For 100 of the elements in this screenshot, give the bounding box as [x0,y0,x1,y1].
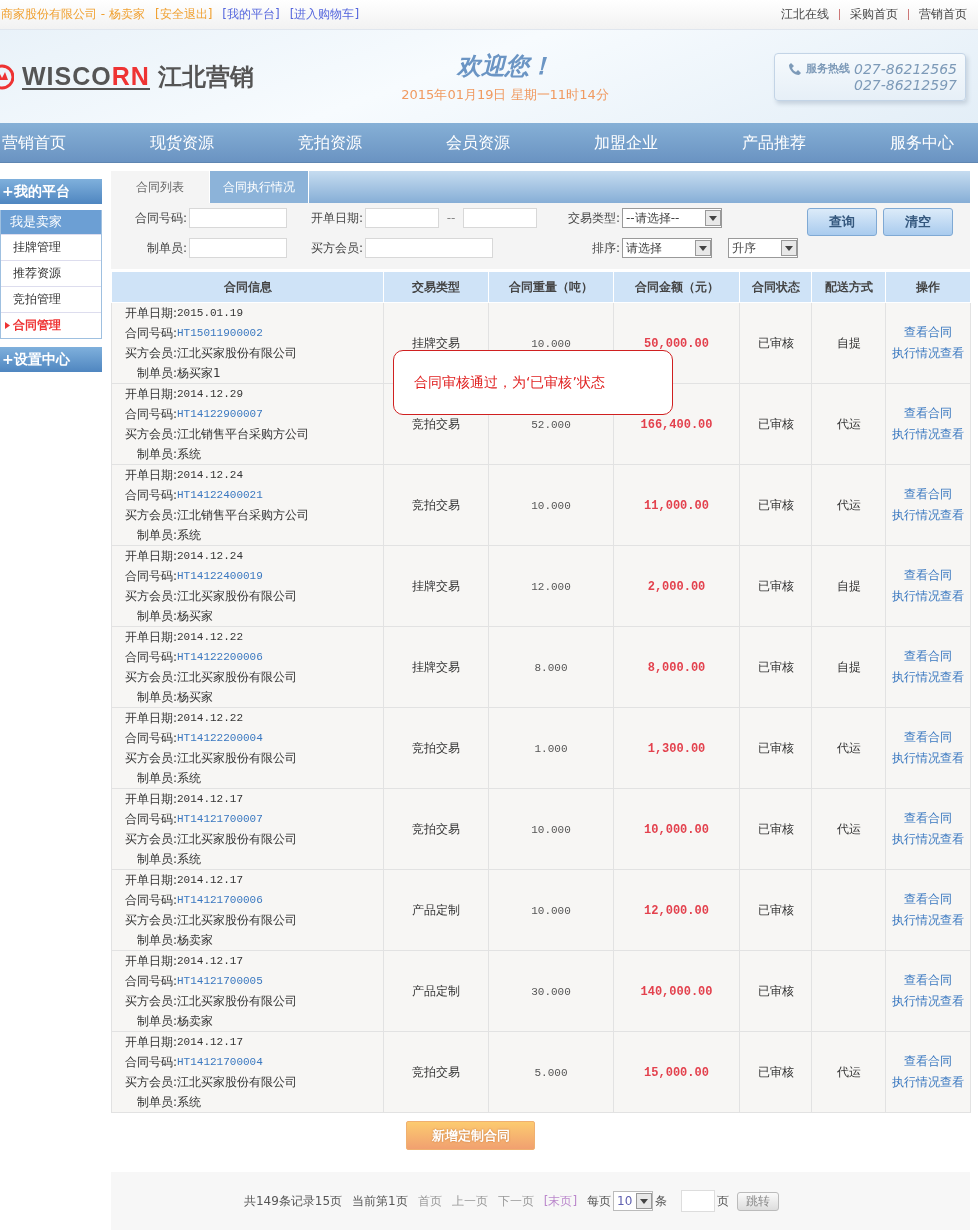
nav-item[interactable]: 加盟企业 [594,132,658,154]
contract-link[interactable]: HT14121700007 [177,813,263,825]
info-label: 买方会员: [123,1073,177,1091]
date-time: 2015年01月19日 星期一11时14分 [401,85,609,104]
top-link[interactable]: [我的平台] [222,6,280,23]
sidebar-group[interactable]: 我是卖家 [1,210,101,234]
sidebar-header[interactable]: +我的平台 [0,179,102,204]
nav-item[interactable]: 现货资源 [150,132,214,154]
nav-item[interactable]: 营销首页 [2,132,66,154]
sidebar-header[interactable]: +设置中心 [0,347,102,372]
tab[interactable]: 合同列表 [111,171,210,203]
page-link[interactable]: 下一页 [497,1192,534,1210]
action-link[interactable]: 查看合同 [904,810,952,827]
top-link[interactable]: 江北在线 [781,6,829,23]
action-link[interactable]: 执行情况查看 [892,750,964,767]
nav-item[interactable]: 服务中心 [890,132,954,154]
input-field[interactable] [365,208,439,228]
select-field[interactable]: 升序 [728,238,798,258]
action-link[interactable]: 执行情况查看 [892,912,964,929]
delivery-value: 自提 [836,659,861,674]
action-link[interactable]: 查看合同 [904,486,952,503]
info-label: 开单日期: [123,790,177,808]
action-link[interactable]: 查看合同 [904,405,952,422]
per-page-select[interactable]: 10 [613,1191,654,1211]
nav-item[interactable]: 产品推荐 [742,132,806,154]
info-value: 江北买家股份有限公司 [177,911,297,929]
action-button[interactable]: 查询 [807,208,877,236]
action-link[interactable]: 查看合同 [904,729,952,746]
top-link[interactable]: 采购首页 [850,6,898,23]
contract-link[interactable]: HT14122400021 [177,489,263,501]
action-button[interactable]: 清空 [883,208,953,236]
weight-value: 10.000 [531,824,571,836]
info-label: 开单日期: [123,952,177,970]
action-link[interactable]: 执行情况查看 [892,993,964,1010]
info-value: 2015.01.19 [177,307,243,319]
weight-value: 1.000 [534,743,568,755]
contract-link[interactable]: HT15011900002 [177,327,263,339]
action-link[interactable]: 执行情况查看 [892,669,964,686]
contract-link[interactable]: HT14122400019 [177,570,263,582]
action-link[interactable]: 查看合同 [904,972,952,989]
contract-link[interactable]: HT14121700004 [177,1056,263,1068]
action-link[interactable]: 查看合同 [904,324,952,341]
action-link[interactable]: 查看合同 [904,648,952,665]
info-value: 杨卖家 [177,931,213,949]
input-field[interactable] [365,238,493,258]
contract-link[interactable]: HT14121700005 [177,975,263,987]
info-label: 买方会员: [123,587,177,605]
triangle-icon [5,322,10,329]
info-label: 制单员: [135,1093,177,1111]
select-field[interactable]: 请选择 [622,238,712,258]
top-link[interactable]: 营销首页 [919,6,967,23]
info-value: 2014.12.17 [177,874,243,886]
action-link[interactable]: 执行情况查看 [892,831,964,848]
select-field[interactable]: --请选择-- [622,208,722,228]
action-link[interactable]: 执行情况查看 [892,345,964,362]
contract-link[interactable]: HT14121700006 [177,894,263,906]
page-input[interactable] [681,1190,716,1212]
action-link[interactable]: 查看合同 [904,891,952,908]
nav-item[interactable]: 会员资源 [446,132,510,154]
contract-link[interactable]: HT14122200004 [177,732,263,744]
weight-value: 10.000 [531,338,571,350]
status-value: 已审核 [757,740,794,755]
nav-item[interactable]: 竞拍资源 [298,132,362,154]
info-label: 合同号码: [123,972,177,990]
amount-value: 2,000.00 [647,579,706,594]
action-link[interactable]: 执行情况查看 [892,426,964,443]
input-field[interactable] [189,238,287,258]
info-label: 制单员: [135,850,177,868]
hotline-number: 027-86212597 [852,76,957,93]
delivery-value: 自提 [836,335,861,350]
page-link[interactable]: 上一页 [451,1192,488,1210]
action-link[interactable]: 执行情况查看 [892,507,964,524]
amount-value: 50,000.00 [644,336,709,351]
info-label: 开单日期: [123,547,177,565]
input-field[interactable] [463,208,537,228]
info-value: 杨买家 [177,688,213,706]
info-value: 2014.12.17 [177,793,243,805]
action-link[interactable]: 执行情况查看 [892,588,964,605]
action-link[interactable]: 查看合同 [904,1053,952,1070]
page-link[interactable]: 首页 [417,1192,442,1210]
per-page-unit: 条 [655,1192,668,1210]
info-label: 开单日期: [123,709,177,727]
contract-link[interactable]: HT14122200006 [177,651,263,663]
info-value: 2014.12.24 [177,469,243,481]
page-link[interactable]: [末页] [543,1192,578,1210]
action-link[interactable]: 执行情况查看 [892,1074,964,1091]
contract-link[interactable]: HT14122900007 [177,408,263,420]
action-link[interactable]: 查看合同 [904,567,952,584]
top-link[interactable]: [进入购物车] [289,6,360,23]
info-value: 江北买家股份有限公司 [177,587,297,605]
info-value: 系统 [177,526,201,544]
hotline-label: 服务热线 [805,61,850,76]
jump-button[interactable]: 跳转 [737,1191,780,1211]
info-label: 买方会员: [123,830,177,848]
info-label: 合同号码: [123,405,177,423]
info-value: 系统 [177,850,201,868]
info-value: 杨买家1 [177,364,221,382]
trade-type: 挂牌交易 [412,335,460,350]
input-field[interactable] [189,208,287,228]
trade-type: 挂牌交易 [412,578,460,593]
